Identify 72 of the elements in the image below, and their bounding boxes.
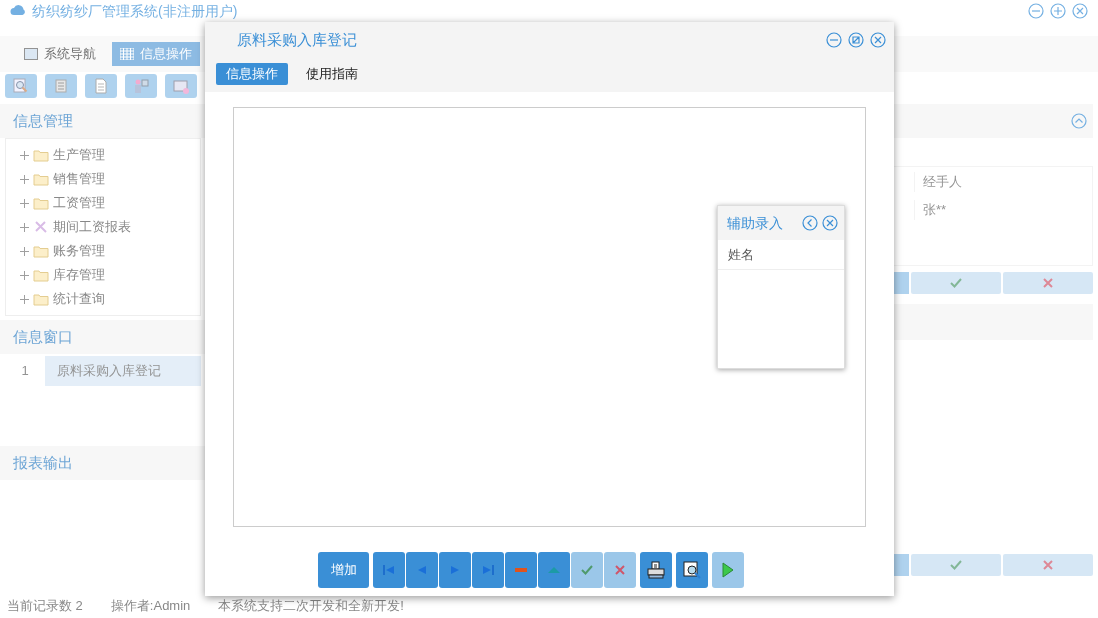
folder-icon xyxy=(33,244,49,258)
last-record-icon xyxy=(482,565,494,575)
play-icon xyxy=(722,562,734,578)
cross-icon xyxy=(1043,560,1053,570)
check-icon xyxy=(950,278,962,288)
folder-icon xyxy=(33,268,49,282)
folder-icon xyxy=(33,172,49,186)
grid-icon xyxy=(120,48,134,60)
status-text: 当前记录数 2 xyxy=(7,597,83,616)
toolbar-button[interactable] xyxy=(640,552,672,588)
tree-item[interactable]: 库存管理 xyxy=(53,265,105,285)
check-icon xyxy=(581,565,593,575)
cloud-icon xyxy=(10,3,26,17)
back-icon[interactable] xyxy=(802,215,818,231)
window-icon xyxy=(24,48,38,60)
column-header: 经手人 xyxy=(914,172,974,192)
status-text: 本系统支持二次开发和全新开发! xyxy=(218,597,404,616)
folder-icon xyxy=(33,196,49,210)
expand-icon[interactable] xyxy=(20,270,29,280)
expand-icon[interactable] xyxy=(20,198,29,208)
tab[interactable]: 信息操作 xyxy=(216,63,288,85)
add-button[interactable]: 增加 xyxy=(318,552,369,588)
folder-icon xyxy=(33,292,49,306)
section-header[interactable]: 报表输出 xyxy=(0,446,206,480)
expand-icon[interactable] xyxy=(20,150,29,160)
plus-icon[interactable] xyxy=(1050,3,1066,19)
cross-icon xyxy=(1043,278,1053,288)
up-triangle-icon xyxy=(548,567,560,573)
tree-item[interactable]: 工资管理 xyxy=(53,193,105,213)
status-text: 操作者:Admin xyxy=(110,597,191,616)
cross-icon xyxy=(615,565,625,575)
expand-icon[interactable] xyxy=(20,294,29,304)
app-title: 纺织纺纱厂管理系统(非注册用户) xyxy=(32,3,238,19)
first-record-icon xyxy=(383,565,395,575)
tree-item[interactable]: 销售管理 xyxy=(53,169,105,189)
check-icon xyxy=(950,560,962,570)
toolbar-button[interactable] xyxy=(676,552,708,588)
minus-icon xyxy=(515,568,527,572)
nav-tab[interactable]: 信息操作 xyxy=(112,42,200,66)
section-header[interactable]: 信息窗口 xyxy=(0,320,206,354)
tab[interactable]: 使用指南 xyxy=(296,63,368,85)
popup-title: 辅助录入 xyxy=(727,213,783,233)
tree-item[interactable]: 期间工资报表 xyxy=(53,217,131,237)
previous-icon xyxy=(417,565,427,575)
collapse-icon[interactable] xyxy=(1071,113,1087,129)
section-header[interactable] xyxy=(893,304,1093,340)
next-icon xyxy=(450,565,460,575)
close-icon[interactable] xyxy=(1072,3,1088,19)
cancel-button[interactable] xyxy=(1003,554,1093,576)
expand-icon[interactable] xyxy=(20,246,29,256)
tree-item[interactable]: 生产管理 xyxy=(53,145,105,165)
nav-tab[interactable]: 系统导航 xyxy=(16,42,104,66)
expand-icon[interactable] xyxy=(20,222,29,232)
row-number: 1 xyxy=(5,356,45,386)
print-preview-icon xyxy=(683,561,701,579)
close-icon[interactable] xyxy=(870,32,886,48)
list-row[interactable]: 1 原料采购入库登记 xyxy=(5,356,201,386)
column-header: 姓名 xyxy=(718,240,844,270)
printer-icon xyxy=(647,561,665,579)
tree-item[interactable]: 账务管理 xyxy=(53,241,105,261)
close-icon[interactable] xyxy=(822,215,838,231)
expand-icon[interactable] xyxy=(20,174,29,184)
table-cell: 张** xyxy=(914,200,974,220)
tree-item[interactable]: 统计查询 xyxy=(53,289,105,309)
folder-icon xyxy=(33,148,49,162)
minimize-icon[interactable] xyxy=(1028,3,1044,19)
dialog-title: 原料采购入库登记 xyxy=(237,29,357,50)
list-item-text: 原料采购入库登记 xyxy=(56,362,161,381)
minimize-icon[interactable] xyxy=(826,32,842,48)
cancel-button[interactable] xyxy=(1003,272,1093,294)
section-header[interactable]: 信息管理 xyxy=(0,104,206,138)
maximize-icon[interactable] xyxy=(848,32,864,48)
